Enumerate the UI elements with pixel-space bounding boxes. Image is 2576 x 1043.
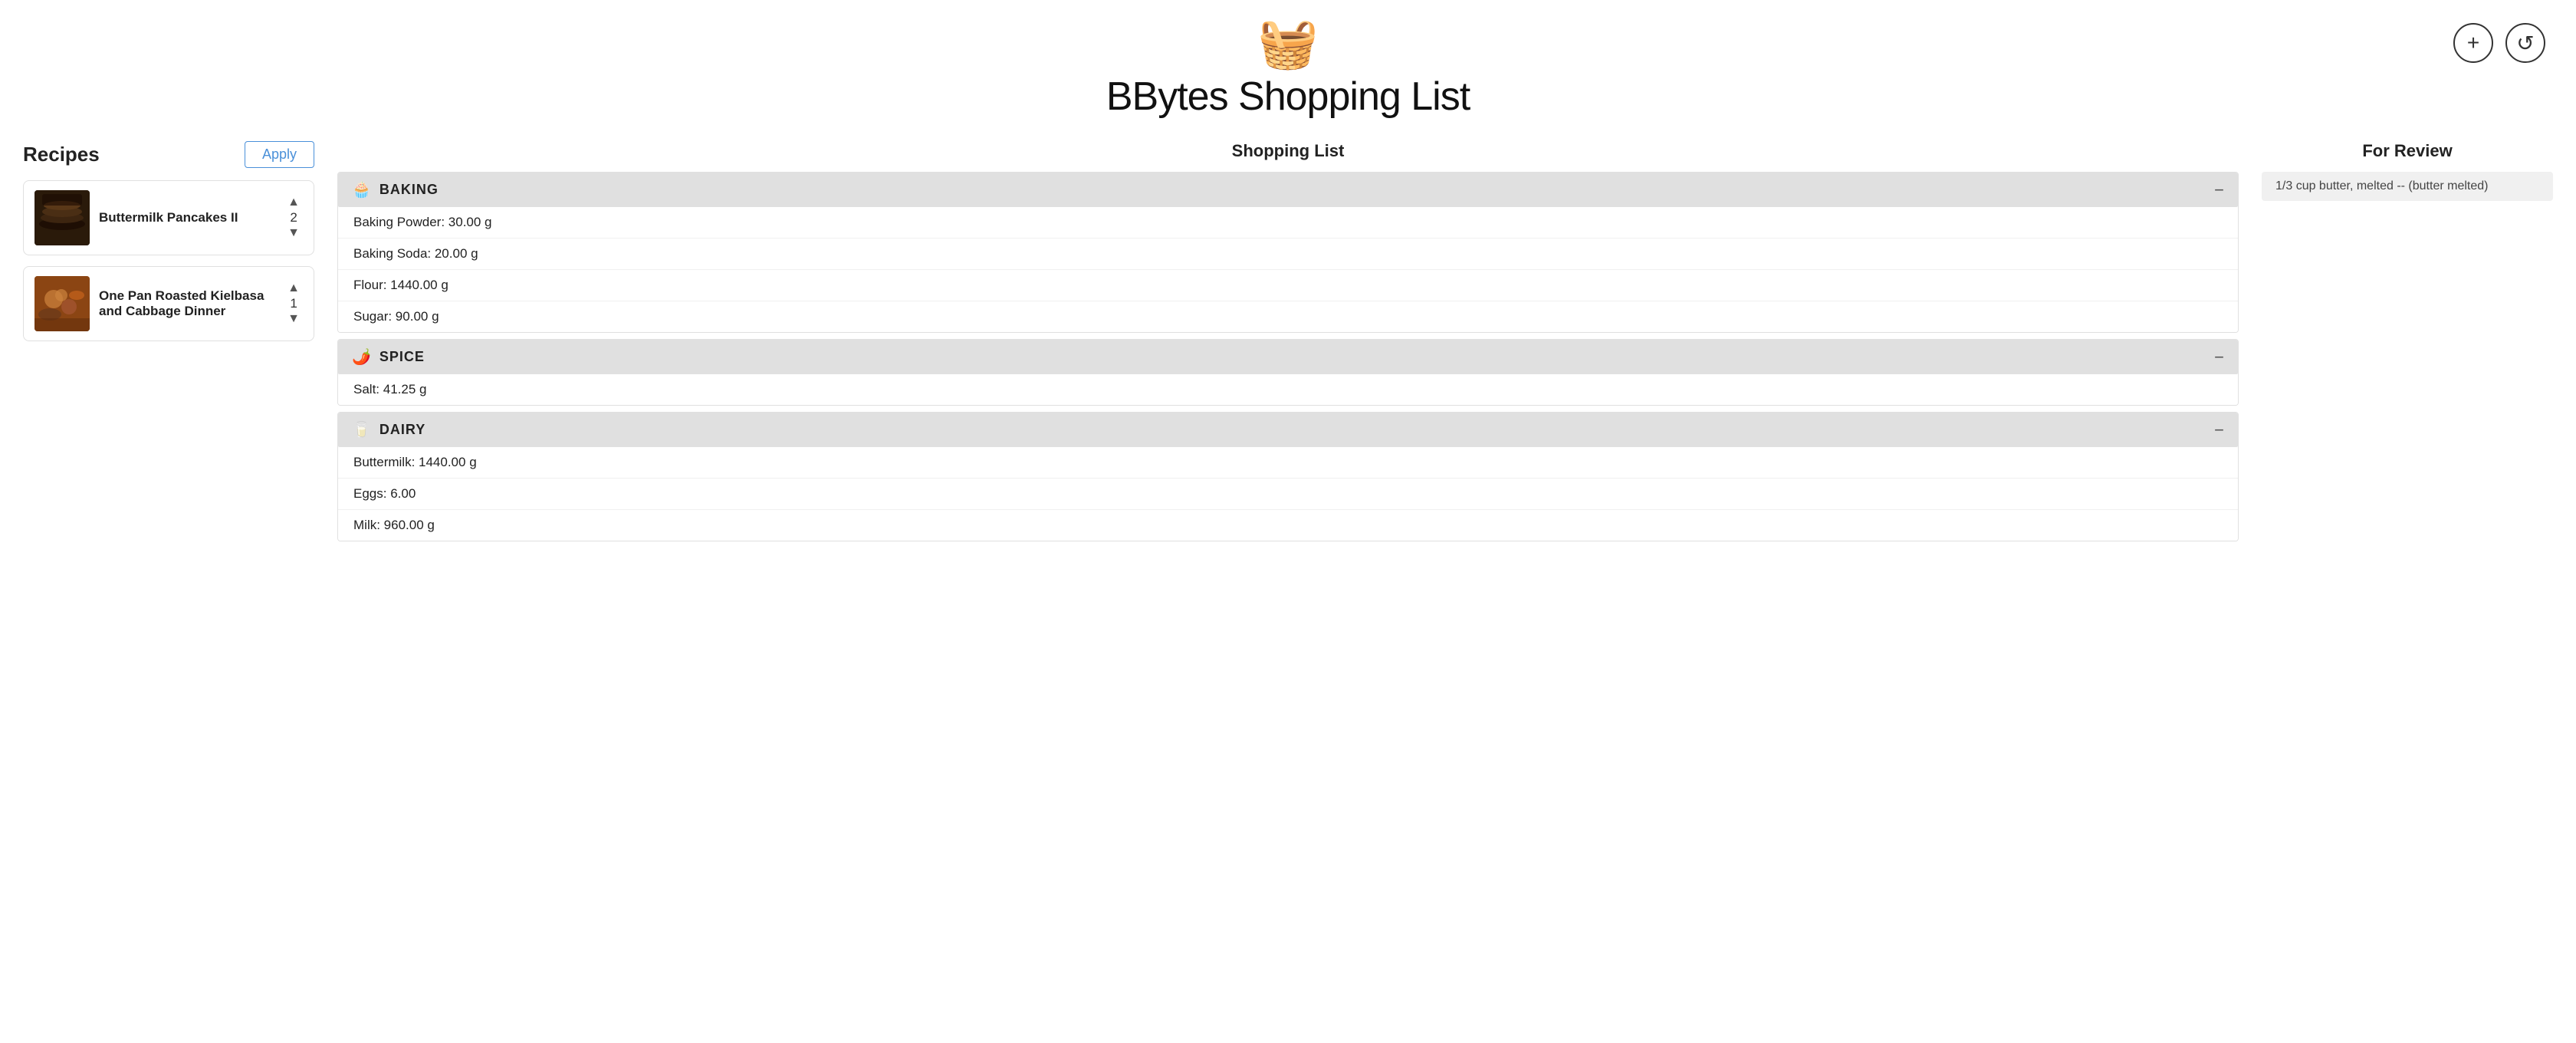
recipe-thumbnail bbox=[34, 276, 90, 331]
recipe-count: 2 bbox=[290, 210, 297, 225]
category-spice: 🌶️ SPICE − Salt: 41.25 g bbox=[337, 339, 2239, 406]
add-recipe-button[interactable]: + bbox=[2453, 23, 2493, 63]
ingredient-row: Buttermilk: 1440.00 g bbox=[338, 447, 2238, 479]
recipe-count-controls: ▲ 2 ▼ bbox=[284, 196, 303, 239]
category-header-left: 🌶️ SPICE bbox=[352, 347, 425, 367]
shopping-list-title: Shopping List bbox=[337, 141, 2239, 161]
baking-icon: 🧁 bbox=[352, 180, 372, 199]
ingredient-row: Eggs: 6.00 bbox=[338, 479, 2238, 510]
increment-button[interactable]: ▲ bbox=[284, 196, 303, 209]
ingredient-row: Salt: 41.25 g bbox=[338, 374, 2238, 405]
ingredient-row: Flour: 1440.00 g bbox=[338, 270, 2238, 301]
dairy-icon: 🥛 bbox=[352, 420, 372, 439]
review-item: 1/3 cup butter, melted -- (butter melted… bbox=[2262, 172, 2553, 201]
refresh-button[interactable]: ↺ bbox=[2505, 23, 2545, 63]
category-name-baking: BAKING bbox=[380, 182, 439, 198]
ingredient-row: Baking Powder: 30.00 g bbox=[338, 207, 2238, 239]
header: 🧺 BBytes Shopping List + ↺ bbox=[0, 0, 2576, 129]
main-content: Recipes Apply Buttermilk Pancakes II ▲ 2… bbox=[0, 141, 2576, 548]
category-header-left: 🥛 DAIRY bbox=[352, 420, 426, 439]
decrement-button[interactable]: ▼ bbox=[284, 227, 303, 239]
collapse-dairy-button[interactable]: − bbox=[2214, 422, 2224, 439]
category-header-spice: 🌶️ SPICE − bbox=[338, 340, 2238, 374]
recipes-panel: Recipes Apply Buttermilk Pancakes II ▲ 2… bbox=[23, 141, 314, 548]
apply-button[interactable]: Apply bbox=[245, 141, 314, 168]
category-header-dairy: 🥛 DAIRY − bbox=[338, 413, 2238, 447]
recipe-count-controls: ▲ 1 ▼ bbox=[284, 282, 303, 325]
recipe-name: One Pan Roasted Kielbasa and Cabbage Din… bbox=[99, 288, 275, 319]
app-title: BBytes Shopping List bbox=[1106, 74, 1470, 120]
recipe-card: Buttermilk Pancakes II ▲ 2 ▼ bbox=[23, 180, 314, 255]
recipes-title: Recipes bbox=[23, 143, 100, 166]
ingredient-row: Baking Soda: 20.00 g bbox=[338, 239, 2238, 270]
spice-icon: 🌶️ bbox=[352, 347, 372, 367]
increment-button[interactable]: ▲ bbox=[284, 282, 303, 294]
for-review-panel: For Review 1/3 cup butter, melted -- (bu… bbox=[2262, 141, 2553, 548]
recipe-count: 1 bbox=[290, 296, 297, 311]
plus-icon: + bbox=[2467, 31, 2479, 55]
app-logo: 🧺 bbox=[1257, 18, 1319, 67]
for-review-title: For Review bbox=[2262, 141, 2553, 161]
ingredient-row: Sugar: 90.00 g bbox=[338, 301, 2238, 332]
collapse-baking-button[interactable]: − bbox=[2214, 182, 2224, 199]
recipe-card: One Pan Roasted Kielbasa and Cabbage Din… bbox=[23, 266, 314, 341]
recipes-header: Recipes Apply bbox=[23, 141, 314, 168]
header-actions: + ↺ bbox=[2453, 23, 2545, 63]
category-baking: 🧁 BAKING − Baking Powder: 30.00 g Baking… bbox=[337, 172, 2239, 333]
category-header-left: 🧁 BAKING bbox=[352, 180, 439, 199]
category-name-dairy: DAIRY bbox=[380, 422, 426, 438]
category-dairy: 🥛 DAIRY − Buttermilk: 1440.00 g Eggs: 6.… bbox=[337, 412, 2239, 541]
recipe-thumbnail bbox=[34, 190, 90, 245]
ingredient-row: Milk: 960.00 g bbox=[338, 510, 2238, 541]
category-header-baking: 🧁 BAKING − bbox=[338, 173, 2238, 207]
refresh-icon: ↺ bbox=[2516, 31, 2534, 56]
recipe-name: Buttermilk Pancakes II bbox=[99, 210, 275, 225]
category-name-spice: SPICE bbox=[380, 349, 425, 365]
collapse-spice-button[interactable]: − bbox=[2214, 349, 2224, 366]
shopping-list-panel: Shopping List 🧁 BAKING − Baking Powder: … bbox=[314, 141, 2262, 548]
decrement-button[interactable]: ▼ bbox=[284, 313, 303, 325]
